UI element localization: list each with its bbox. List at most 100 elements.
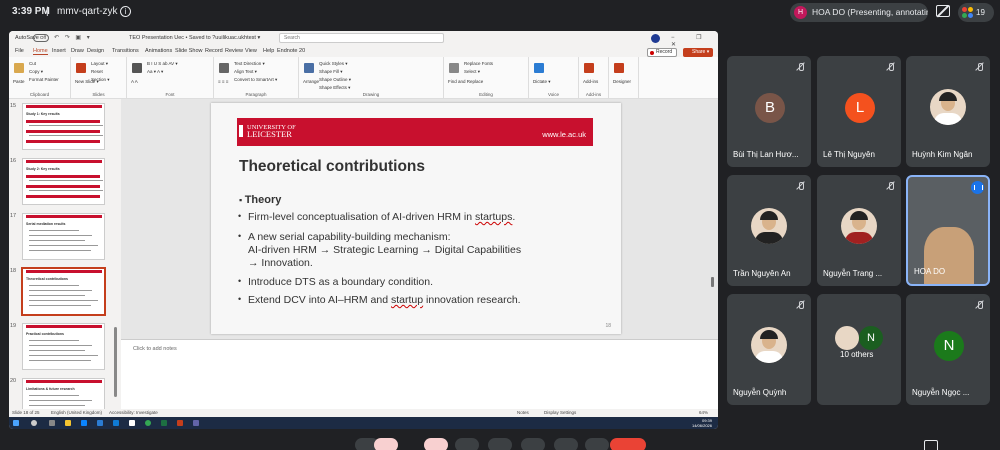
search-icon[interactable] (31, 420, 37, 426)
ribbon-button-align-text[interactable]: Align Text ▾ (234, 69, 257, 75)
ribbon-button-a-a[interactable]: A A (131, 79, 138, 84)
people-panel-icon[interactable] (950, 440, 964, 450)
participant-tile[interactable]: N 10 others (817, 294, 901, 405)
thumbnail-scrollbar[interactable] (114, 327, 117, 397)
ribbon-button-quick-styles[interactable]: Quick Styles ▾ (319, 61, 348, 67)
ribbon-button-section[interactable]: Section ▾ (91, 77, 110, 83)
stop-sharing-icon[interactable] (936, 5, 950, 17)
ribbon-big-icon[interactable] (449, 63, 459, 73)
chat-panel-icon[interactable] (976, 440, 990, 450)
editor-scrollbar[interactable] (711, 277, 714, 287)
zoom-level[interactable]: 64% (699, 410, 708, 415)
participant-tile[interactable]: N Nguyễn Ngọc ... (906, 294, 990, 405)
ribbon-big-icon[interactable] (219, 63, 229, 73)
ribbon-button-shape-outline[interactable]: Shape Outline ▾ (319, 77, 351, 83)
ribbon-button-cut[interactable]: Cut (29, 61, 36, 66)
ribbon-big-icon[interactable] (14, 63, 24, 73)
word-icon[interactable] (97, 420, 103, 426)
ribbon-big-icon[interactable] (304, 63, 314, 73)
excel-icon[interactable] (161, 420, 167, 426)
explorer-icon[interactable] (65, 420, 71, 426)
participant-tile[interactable]: Nguyễn Trang ... (817, 175, 901, 286)
ribbon-tab-draw[interactable]: Draw (71, 48, 84, 54)
outlook-icon[interactable] (113, 420, 119, 426)
ribbon-button-b-i-u-s-ab-av[interactable]: B I U S ab AV ▾ (147, 61, 178, 67)
ribbon-button-aa-a[interactable]: Aa ▾ A ▾ (147, 69, 163, 75)
slide-thumbnail[interactable]: Limitations & future research (22, 378, 105, 409)
ribbon-big-icon[interactable] (76, 63, 86, 73)
raise-hand-button[interactable] (554, 438, 578, 450)
slide-thumbnail[interactable]: Practical contributions (22, 323, 105, 370)
ribbon-button-[interactable]: ≡ ≡ ≡ (218, 79, 228, 84)
ribbon-tab-endnote-20[interactable]: Endnote 20 (277, 48, 305, 54)
edge-icon[interactable] (81, 420, 87, 426)
ribbon-button-find-and-replace[interactable]: Find and Replace (448, 79, 483, 84)
captions-button[interactable] (455, 438, 479, 450)
ribbon-big-icon[interactable] (584, 63, 594, 73)
ribbon-tab-file[interactable]: File (15, 48, 24, 54)
info-panel-icon[interactable] (924, 440, 938, 450)
ribbon-tab-record[interactable]: Record (205, 48, 223, 54)
taskview-icon[interactable] (49, 420, 55, 426)
ribbon-button-add-ins[interactable]: Add-ins (583, 79, 598, 84)
ribbon-button-select[interactable]: Select ▾ (464, 69, 480, 75)
ribbon-tab-slide-show[interactable]: Slide Show (175, 48, 203, 54)
ribbon-button-text-direction[interactable]: Text Direction ▾ (234, 61, 265, 67)
chrome-icon[interactable] (145, 420, 151, 426)
autosave-toggle[interactable]: Off (33, 34, 49, 42)
notes-pane[interactable]: Click to add notes (121, 339, 718, 409)
ribbon-big-icon[interactable] (614, 63, 624, 73)
slide-thumbnail[interactable]: Serial mediation results (22, 213, 105, 260)
ribbon-tab-insert[interactable]: Insert (52, 48, 66, 54)
present-button[interactable] (521, 438, 545, 450)
mic-off-button[interactable] (374, 438, 398, 450)
more-options-button[interactable] (585, 438, 609, 450)
participant-tile[interactable]: Trần Nguyên An (727, 175, 811, 286)
ribbon-big-icon[interactable] (132, 63, 142, 73)
slide-thumbnail[interactable]: Theoretical contributions (22, 268, 105, 315)
ribbon-button-shape-effects[interactable]: Shape Effects ▾ (319, 85, 350, 91)
ribbon-button-reset[interactable]: Reset (91, 69, 103, 74)
ribbon-tab-transitions[interactable]: Transitions (112, 48, 139, 54)
ribbon-button-convert-to-smartart[interactable]: Convert to SmartArt ▾ (234, 77, 277, 83)
ribbon-tab-animations[interactable]: Animations (145, 48, 172, 54)
people-chip[interactable]: 19 (958, 3, 994, 22)
ribbon-button-shape-fill[interactable]: Shape Fill ▾ (319, 69, 343, 75)
participant-tile[interactable]: HOA DO (906, 175, 990, 286)
accessibility-status[interactable]: Accessibility: Investigate (109, 410, 158, 415)
slide-thumbnail[interactable]: Study 1: Key results (22, 103, 105, 150)
ribbon-button-replace-fonts[interactable]: Replace Fonts (464, 61, 493, 66)
info-icon[interactable]: i (120, 6, 131, 17)
ribbon-big-icon[interactable] (534, 63, 544, 73)
ribbon-tab-review[interactable]: Review (225, 48, 243, 54)
ribbon-button-dictate[interactable]: Dictate ▾ (533, 79, 551, 85)
current-slide[interactable]: UNIVERSITY OF LEICESTER www.le.ac.uk The… (211, 103, 621, 334)
leave-call-button[interactable] (610, 438, 646, 450)
share-button[interactable]: Share ▾ (683, 48, 713, 57)
ribbon-button-layout[interactable]: Layout ▾ (91, 61, 108, 67)
ribbon-tab-home[interactable]: Home (33, 48, 48, 55)
start-icon[interactable] (13, 420, 19, 426)
ribbon-button-paste[interactable]: Paste (13, 79, 25, 84)
ribbon-tab-design[interactable]: Design (87, 48, 104, 54)
slide-thumbnail[interactable]: Study 2: Key results (22, 158, 105, 205)
participant-tile[interactable]: L Lê Thị Nguyên (817, 56, 901, 167)
participant-tile[interactable]: Nguyễn Quỳnh (727, 294, 811, 405)
user-avatar[interactable] (651, 34, 660, 43)
display-settings[interactable]: Display Settings (544, 410, 576, 415)
ribbon-tab-help[interactable]: Help (263, 48, 274, 54)
teams-icon[interactable] (193, 420, 199, 426)
presenting-chip[interactable]: H HOA DO (Presenting, annotating) (790, 3, 928, 22)
ribbon-button-designer[interactable]: Designer (613, 79, 631, 84)
camera-off-button[interactable] (424, 438, 448, 450)
record-button[interactable]: Record (647, 48, 677, 57)
store-icon[interactable] (129, 420, 135, 426)
ribbon-button-copy[interactable]: Copy ▾ (29, 69, 43, 75)
quick-access-toolbar[interactable]: ↶ ↷ ▣ ▾ (54, 34, 92, 41)
participant-tile[interactable]: B Bùi Thị Lan Hươ... (727, 56, 811, 167)
powerpoint-icon[interactable] (177, 420, 183, 426)
document-title[interactable]: TEO Presentation Uec • Saved to ?uuiliku… (129, 35, 260, 41)
emoji-button[interactable] (488, 438, 512, 450)
ribbon-tab-view[interactable]: View (245, 48, 257, 54)
ribbon-button-arrange[interactable]: Arrange (303, 79, 319, 84)
